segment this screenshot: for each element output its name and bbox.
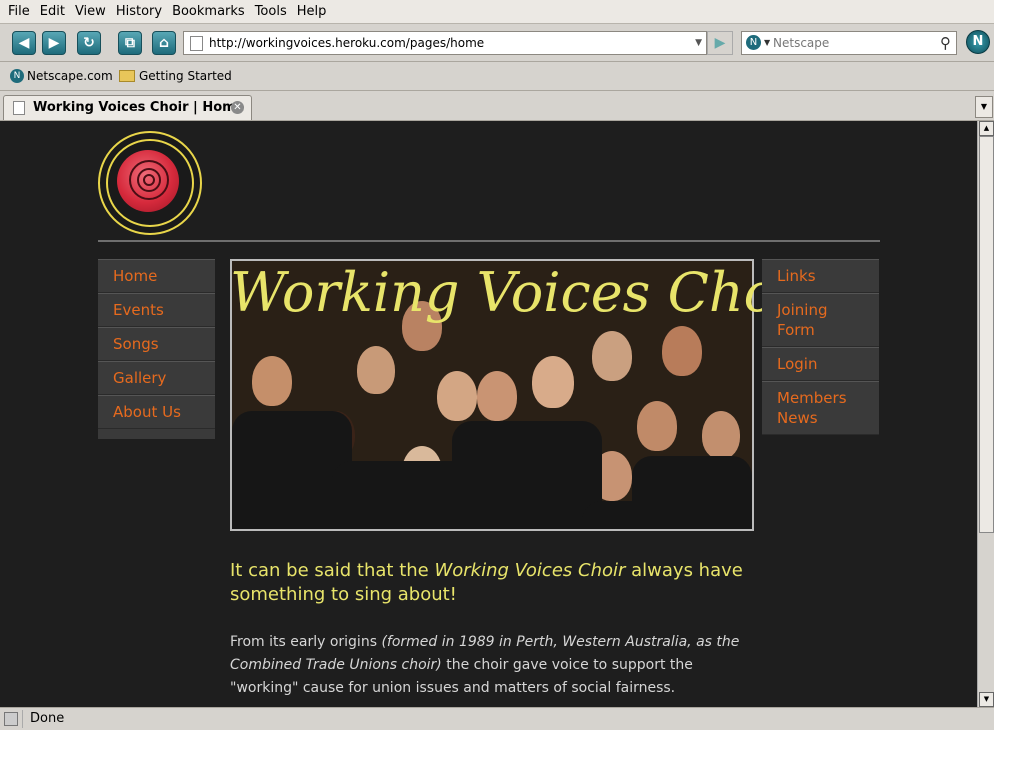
scroll-down-icon[interactable]: ▼ bbox=[979, 692, 994, 707]
netscape-logo-icon[interactable]: N bbox=[966, 30, 990, 54]
singer bbox=[662, 326, 702, 376]
search-input[interactable]: Netscape bbox=[773, 32, 829, 54]
nav-gallery[interactable]: Gallery bbox=[98, 361, 215, 395]
left-navigation: Home Events Songs Gallery About Us bbox=[98, 259, 215, 439]
tagline: It can be said that the Working Voices C… bbox=[230, 559, 750, 607]
tagline-choir-name: Working Voices Choir bbox=[434, 560, 626, 581]
singer-shirt bbox=[632, 456, 752, 529]
nav-songs[interactable]: Songs bbox=[98, 327, 215, 361]
close-icon[interactable]: ✕ bbox=[231, 101, 244, 114]
menu-edit[interactable]: Edit bbox=[40, 4, 65, 19]
reload-button[interactable]: ↻ bbox=[77, 31, 101, 55]
hero-title: Working Voices Choir bbox=[230, 261, 820, 324]
nav-about-us[interactable]: About Us bbox=[98, 395, 215, 429]
netscape-icon: N bbox=[10, 69, 24, 83]
intro-paragraph: From its early origins (formed in 1989 i… bbox=[230, 631, 760, 700]
web-content: Home Events Songs Gallery About Us Worki… bbox=[0, 121, 977, 707]
singer bbox=[532, 356, 574, 408]
search-icon[interactable]: ⚲ bbox=[940, 32, 951, 54]
play-arrow-icon: ▶ bbox=[714, 35, 726, 51]
page-icon bbox=[13, 101, 25, 115]
singer bbox=[702, 411, 740, 459]
menu-help[interactable]: Help bbox=[297, 4, 327, 19]
singer-shirt bbox=[332, 461, 472, 529]
menu-bar: File Edit View History Bookmarks Tools H… bbox=[0, 0, 994, 24]
menu-view[interactable]: View bbox=[75, 4, 106, 19]
nav-events[interactable]: Events bbox=[98, 293, 215, 327]
folder-icon bbox=[119, 70, 135, 82]
go-button[interactable]: ▶ bbox=[707, 31, 733, 55]
search-engine-icon[interactable]: N bbox=[746, 35, 761, 50]
address-text[interactable]: http://workingvoices.heroku.com/pages/ho… bbox=[209, 32, 484, 54]
menu-tools[interactable]: Tools bbox=[255, 4, 287, 19]
forward-arrow-icon: ▶ bbox=[48, 35, 60, 51]
forward-button[interactable]: ▶ bbox=[42, 31, 66, 55]
tab-working-voices[interactable]: Working Voices Choir | Home ✕ bbox=[3, 95, 252, 120]
bookmark-getting-started[interactable]: Getting Started bbox=[119, 69, 232, 83]
choir-logo bbox=[98, 131, 202, 235]
tagline-text: It can be said that the bbox=[230, 560, 435, 581]
menu-history[interactable]: History bbox=[116, 4, 162, 19]
reload-icon: ↻ bbox=[83, 35, 95, 51]
tab-list-button[interactable]: ▼ bbox=[975, 96, 993, 118]
new-tab-icon: ⧉ bbox=[125, 35, 135, 51]
status-bar: Done bbox=[0, 707, 994, 730]
singer bbox=[477, 371, 517, 421]
rose-petal bbox=[143, 174, 155, 186]
menu-bookmarks[interactable]: Bookmarks bbox=[172, 4, 245, 19]
status-divider bbox=[22, 710, 23, 728]
rose-icon bbox=[117, 150, 179, 212]
home-button[interactable]: ⌂ bbox=[152, 31, 176, 55]
singer-shirt bbox=[452, 421, 602, 529]
page-icon bbox=[190, 36, 203, 51]
singer bbox=[357, 346, 395, 394]
search-box[interactable]: N ▼ Netscape ⚲ bbox=[741, 31, 957, 55]
browser-window: File Edit View History Bookmarks Tools H… bbox=[0, 0, 994, 730]
nav-members-news[interactable]: Members News bbox=[762, 381, 879, 435]
bookmarks-toolbar: N Netscape.com Getting Started bbox=[0, 63, 994, 91]
para-text: From its early origins bbox=[230, 634, 382, 650]
tab-title: Working Voices Choir | Home bbox=[33, 100, 245, 115]
tab-bar: Working Voices Choir | Home ✕ ▼ bbox=[0, 92, 994, 121]
security-icon bbox=[4, 712, 18, 726]
back-button[interactable]: ◀ bbox=[12, 31, 36, 55]
singer bbox=[252, 356, 292, 406]
singer bbox=[437, 371, 477, 421]
scroll-thumb[interactable] bbox=[979, 136, 994, 533]
chevron-down-icon: ▼ bbox=[980, 102, 988, 111]
nav-links[interactable]: Links bbox=[762, 259, 879, 293]
back-arrow-icon: ◀ bbox=[18, 35, 30, 51]
nav-login[interactable]: Login bbox=[762, 347, 879, 381]
bookmark-label: Netscape.com bbox=[27, 69, 113, 83]
home-icon: ⌂ bbox=[158, 35, 170, 51]
scroll-up-icon[interactable]: ▲ bbox=[979, 121, 994, 136]
chevron-down-icon[interactable]: ▼ bbox=[764, 32, 770, 54]
right-navigation: Links Joining Form Login Members News bbox=[762, 259, 879, 435]
header-divider bbox=[98, 240, 880, 242]
singer bbox=[637, 401, 677, 451]
status-text: Done bbox=[30, 711, 65, 726]
singer bbox=[592, 331, 632, 381]
bookmark-netscape[interactable]: N Netscape.com bbox=[10, 69, 113, 83]
nav-joining-form[interactable]: Joining Form bbox=[762, 293, 879, 347]
chevron-down-icon[interactable]: ▼ bbox=[695, 32, 702, 54]
navigation-toolbar: ◀ ▶ ↻ ⧉ ⌂ http://workingvoices.heroku.co… bbox=[0, 24, 994, 62]
new-tab-button[interactable]: ⧉ bbox=[118, 31, 142, 55]
vertical-scrollbar[interactable]: ▲ ▼ bbox=[977, 121, 994, 707]
nav-home[interactable]: Home bbox=[98, 259, 215, 293]
bookmark-label: Getting Started bbox=[139, 69, 232, 83]
menu-file[interactable]: File bbox=[8, 4, 30, 19]
address-bar[interactable]: http://workingvoices.heroku.com/pages/ho… bbox=[183, 31, 707, 55]
